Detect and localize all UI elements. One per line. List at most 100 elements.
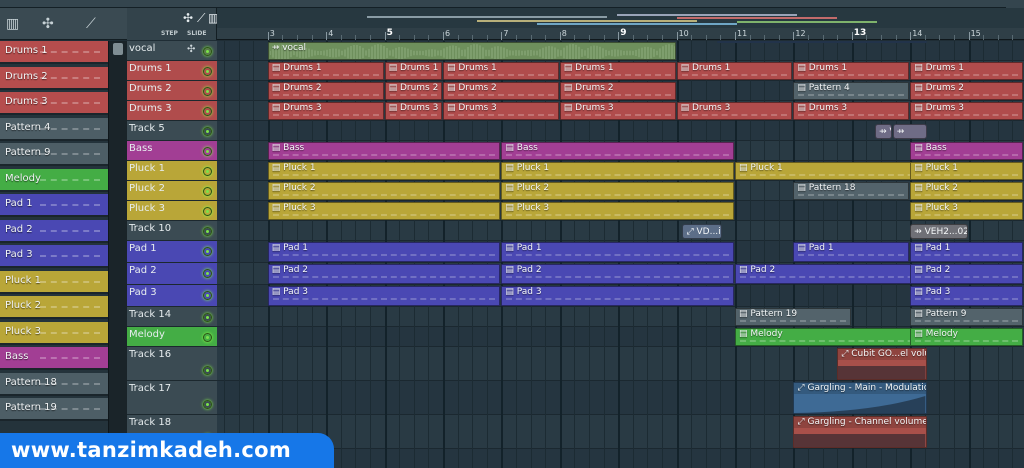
track-mute-led[interactable] [203, 67, 212, 76]
picker-item[interactable]: Melody [0, 168, 108, 192]
playlist-clip[interactable]: ▤ Drums 2 [559, 82, 676, 100]
picker-item[interactable]: Pattern 18 [0, 372, 108, 396]
playlist-clip[interactable]: ▤ Drums 3 [793, 102, 910, 120]
step-label[interactable]: STEP [161, 30, 178, 37]
picker-item[interactable]: Pattern 19 [0, 398, 108, 421]
playlist-grid[interactable]: ⇸ vocal ▤ Drums 1 ▤ Drums 1 ▤ Drums 1 ▤ Drum… [217, 41, 1024, 468]
track-mute-led[interactable] [203, 107, 212, 116]
picker-item[interactable]: Pluck 1 [0, 270, 108, 294]
playlist-clip[interactable]: ▤ Drums 2 [384, 82, 442, 100]
playlist-clip[interactable]: ▤ Pad 1 [793, 242, 910, 262]
picker-item[interactable]: Drums 3 [0, 92, 108, 115]
scroll-thumb[interactable] [113, 43, 123, 55]
playlist-clip[interactable]: ▤ Pad 3 [267, 286, 501, 306]
playlist-clip[interactable]: ▤ Pluck 3 [910, 202, 1023, 220]
bar-number[interactable]: 4 [328, 29, 333, 38]
audio-clip-icon[interactable]: ✣ [42, 17, 54, 31]
picker-item[interactable]: Drums 1 [0, 41, 108, 64]
bar-number[interactable]: 6 [445, 29, 450, 38]
magnet-icon[interactable]: ✣ [183, 11, 193, 25]
track-mute-led[interactable] [203, 147, 212, 156]
timeline-ruler[interactable]: 3 4 5 6 7 8 9 10 11 12 13 14 15 [217, 8, 1024, 40]
playlist-clip[interactable]: ▤ Bass [501, 142, 734, 160]
playlist-clip[interactable]: ⇸ VEH2...029 [910, 224, 968, 239]
playlist-clip[interactable]: ▤ Pattern 19 [735, 308, 851, 326]
track-header[interactable]: Pluck 2 [127, 181, 217, 201]
track-header[interactable]: Track 14 [127, 307, 217, 327]
track-mute-led[interactable] [203, 207, 212, 216]
track-mute-led[interactable] [203, 47, 212, 56]
bar-number[interactable]: 14 [912, 29, 922, 38]
track-mute-led[interactable] [203, 247, 212, 256]
playlist-clip[interactable]: ▤ Drums 1 [793, 62, 910, 80]
track-header[interactable]: Track 5 [127, 121, 217, 141]
playlist-clip[interactable]: ▤ Pad 3 [501, 286, 734, 306]
picker-item[interactable]: Pad 1 [0, 194, 108, 217]
playlist-clip[interactable]: ▤ Pattern 18 [793, 182, 910, 200]
bar-number[interactable]: 10 [679, 29, 689, 38]
playlist-clip[interactable]: ▤ Drums 3 [267, 102, 384, 120]
track-header[interactable]: vocal ✣ [127, 41, 217, 61]
playlist-clip[interactable]: ▤ Pattern 9 [910, 308, 1023, 326]
picker-item[interactable]: Drums 2 [0, 66, 108, 90]
picker-scrollbar[interactable] [108, 41, 127, 468]
piano-icon[interactable]: ▥ [6, 17, 19, 31]
playlist-clip[interactable]: ▤ Pad 3 [910, 286, 1023, 306]
track-header[interactable]: Pad 2 [127, 263, 217, 285]
playlist-clip[interactable]: ▤ Pluck 3 [501, 202, 734, 220]
playlist-clip[interactable]: ▤ Drums 2 [267, 82, 384, 100]
track-header[interactable]: Melody [127, 327, 217, 347]
track-header[interactable]: Pluck 1 [127, 161, 217, 181]
playlist-clip[interactable]: ▤ Pad 1 [501, 242, 734, 262]
track-mute-led[interactable] [203, 291, 212, 300]
picker-item[interactable]: Pluck 3 [0, 321, 108, 345]
track-header[interactable]: Drums 3 [127, 101, 217, 121]
playlist-clip[interactable]: ▤ Pattern 4 [793, 82, 910, 100]
playlist-clip[interactable]: ▤ Pluck 1 [501, 162, 734, 180]
bar-number[interactable]: 5 [387, 28, 393, 38]
playlist-clip[interactable]: ▤ Drums 1 [267, 62, 384, 80]
playlist-clip[interactable]: ⇸ VD... [875, 124, 892, 139]
picker-item[interactable]: Pad 2 [0, 219, 108, 243]
playlist-clip[interactable]: ▤ Drums 1 [559, 62, 676, 80]
track-header[interactable]: Track 16 [127, 347, 217, 381]
track-mute-led[interactable] [203, 366, 212, 375]
playlist-clip[interactable]: ▤ Drums 1 [676, 62, 793, 80]
playlist-clip[interactable]: ▤ Drums 3 [910, 102, 1023, 120]
playlist-clip[interactable]: ▤ Pad 2 [267, 264, 501, 284]
track-mute-led[interactable] [203, 269, 212, 278]
automation-icon[interactable]: ⟋ [86, 17, 96, 31]
track-mute-led[interactable] [203, 333, 212, 342]
picker-item[interactable]: Pad 3 [0, 245, 108, 268]
track-header[interactable]: Track 17 [127, 381, 217, 415]
playlist-clip[interactable]: ⇸ vocal [267, 42, 676, 60]
bar-number[interactable]: 7 [503, 29, 508, 38]
picker-item[interactable]: Bass [0, 347, 108, 370]
playlist-clip[interactable]: ▤ Drums 3 [559, 102, 676, 120]
track-header[interactable]: Drums 2 [127, 81, 217, 101]
track-header[interactable]: Drums 1 [127, 61, 217, 81]
playlist-clip[interactable]: ▤ Pluck 2 [501, 182, 734, 200]
playlist-clip[interactable]: ▤ Pluck 1 [910, 162, 1023, 180]
playlist-clip[interactable]: ▤ Melody [910, 328, 1023, 346]
bar-number[interactable]: 15 [971, 29, 981, 38]
playlist-clip[interactable]: ⤢ Cubit GO...el volume [837, 348, 927, 380]
bar-number[interactable]: 11 [737, 29, 747, 38]
playlist-clip[interactable]: ▤ Drums 2 [443, 82, 559, 100]
playlist-clip[interactable]: ▤ Pad 2 [501, 264, 734, 284]
track-mute-led[interactable] [203, 227, 212, 236]
playlist-clip[interactable]: ▤ Pluck 1 [267, 162, 501, 180]
playlist-clip[interactable]: ▤ Bass [910, 142, 1023, 160]
track-mute-led[interactable] [203, 187, 212, 196]
playlist-clip[interactable]: ▤ Pluck 2 [267, 182, 501, 200]
bar-number[interactable]: 13 [854, 28, 867, 38]
track-lane[interactable] [217, 221, 1024, 241]
track-mute-led[interactable] [203, 167, 212, 176]
playlist-clip[interactable]: ▤ Pad 1 [910, 242, 1023, 262]
picker-item[interactable]: Pluck 2 [0, 296, 108, 319]
playlist-clip[interactable]: ⤢ Maximus - VEH1 Soft Kick - 076 - Low b… [717, 41, 927, 43]
song-overview[interactable] [217, 8, 1024, 28]
playlist-clip[interactable]: ⤢ Gargling - Channel volume [793, 416, 927, 448]
track-mute-led[interactable] [203, 87, 212, 96]
playlist-clip[interactable]: ▤ Bass [267, 142, 501, 160]
